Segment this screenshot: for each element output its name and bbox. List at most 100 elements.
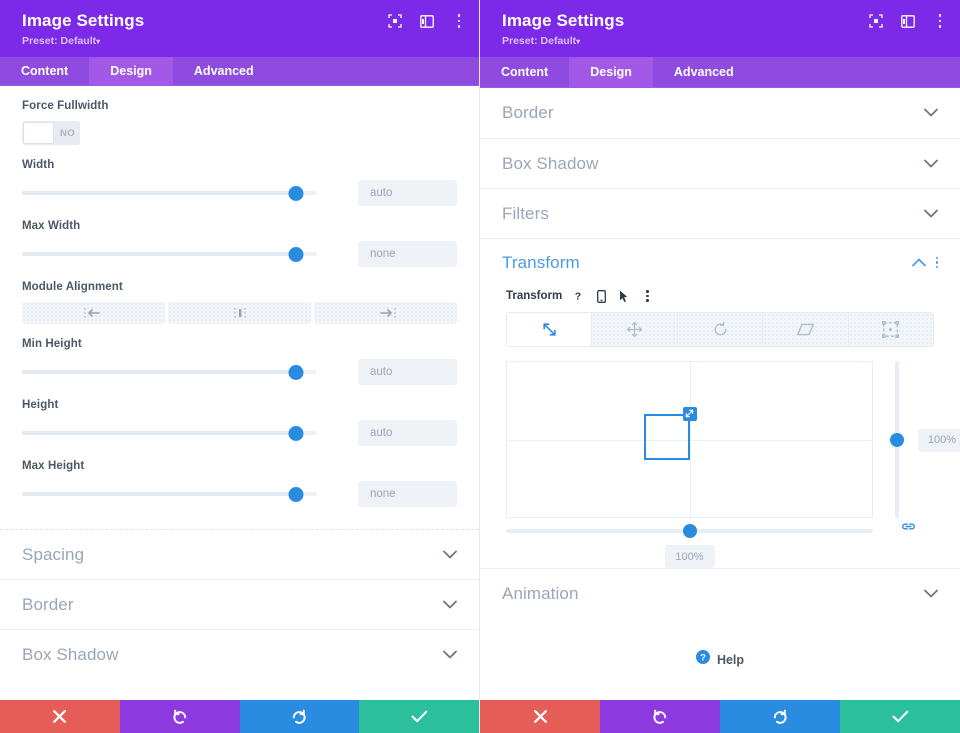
toggle-value: NO xyxy=(60,127,76,139)
preset-selector[interactable]: Preset: Default▾ xyxy=(502,35,944,48)
max-width-input[interactable]: none xyxy=(358,241,457,267)
undo-button[interactable] xyxy=(119,700,240,733)
transform-target-box[interactable] xyxy=(643,406,697,460)
align-left-button[interactable] xyxy=(22,302,165,324)
slider-thumb[interactable] xyxy=(890,432,904,447)
transform-sub-label-row: Transform ? xyxy=(480,286,960,312)
field-min-height: Min Height auto xyxy=(22,338,457,385)
section-title: Spacing xyxy=(22,544,85,564)
cancel-button[interactable] xyxy=(480,700,600,733)
slider-thumb[interactable] xyxy=(288,425,304,441)
section-filters[interactable]: Filters xyxy=(480,188,960,238)
more-options-icon[interactable] xyxy=(932,13,948,29)
svg-text:?: ? xyxy=(575,291,581,302)
help-icon[interactable]: ? xyxy=(571,289,585,303)
transform-vertical-slider[interactable]: 100% xyxy=(890,361,960,518)
section-border[interactable]: Border xyxy=(0,579,479,629)
max-height-input[interactable]: none xyxy=(358,481,457,507)
chevron-down-icon[interactable] xyxy=(443,646,457,664)
focus-target-icon[interactable] xyxy=(868,13,884,29)
field-width: Width auto xyxy=(22,159,457,206)
tab-bar-left: Content Design Advanced xyxy=(0,57,479,86)
slider-thumb[interactable] xyxy=(288,364,304,380)
transform-skew-button[interactable] xyxy=(763,313,849,346)
section-more-options-icon[interactable] xyxy=(935,256,938,269)
slider-fill xyxy=(22,492,297,496)
width-input[interactable]: auto xyxy=(358,180,457,206)
slider-thumb[interactable] xyxy=(682,524,697,538)
slider-thumb[interactable] xyxy=(288,185,304,201)
chevron-down-icon[interactable] xyxy=(924,155,938,173)
section-spacing[interactable]: Spacing xyxy=(0,529,479,579)
transform-scale-button[interactable] xyxy=(507,313,593,346)
expand-arrows-icon xyxy=(685,409,694,418)
save-button[interactable] xyxy=(359,700,479,733)
transform-horizontal-slider[interactable]: 100% xyxy=(506,524,873,568)
section-title: Filters xyxy=(502,203,549,223)
chevron-up-icon[interactable] xyxy=(911,254,926,272)
more-options-icon[interactable] xyxy=(451,13,467,29)
width-slider[interactable] xyxy=(22,185,317,201)
section-animation[interactable]: Animation xyxy=(480,568,960,618)
force-fullwidth-toggle[interactable]: NO xyxy=(22,121,80,145)
chevron-down-icon[interactable] xyxy=(443,546,457,564)
check-icon xyxy=(892,710,908,723)
rotate-icon xyxy=(714,321,727,336)
slider-thumb[interactable] xyxy=(288,486,304,502)
height-input[interactable]: auto xyxy=(358,420,457,446)
section-border[interactable]: Border xyxy=(480,88,960,138)
link-icon[interactable] xyxy=(901,519,916,537)
transform-resize-handle[interactable] xyxy=(682,406,697,421)
horizontal-scale-value[interactable]: 100% xyxy=(664,545,715,568)
layout-toggle-icon[interactable] xyxy=(900,13,916,29)
cancel-button[interactable] xyxy=(0,700,120,733)
transform-canvas[interactable] xyxy=(506,361,873,518)
redo-button[interactable] xyxy=(720,700,840,733)
tab-advanced[interactable]: Advanced xyxy=(173,57,275,85)
chevron-down-icon[interactable] xyxy=(924,104,938,122)
max-width-slider[interactable] xyxy=(22,246,317,262)
layout-toggle-icon[interactable] xyxy=(419,13,435,29)
help-row[interactable]: ? Help xyxy=(480,618,960,669)
section-box-shadow[interactable]: Box Shadow xyxy=(0,629,479,679)
section-box-shadow[interactable]: Box Shadow xyxy=(480,138,960,188)
vertical-scale-value[interactable]: 100% xyxy=(917,428,960,452)
slider-thumb[interactable] xyxy=(288,246,304,262)
save-button[interactable] xyxy=(840,700,960,733)
transform-move-button[interactable] xyxy=(592,313,678,346)
chevron-down-icon[interactable] xyxy=(443,596,457,614)
transform-mode-toolbar xyxy=(506,312,934,347)
chevron-down-icon[interactable] xyxy=(924,585,938,603)
max-height-slider[interactable] xyxy=(22,486,317,502)
section-title: Box Shadow xyxy=(502,153,599,173)
undo-button[interactable] xyxy=(600,700,720,733)
tab-advanced[interactable]: Advanced xyxy=(653,57,755,87)
chevron-down-icon[interactable] xyxy=(924,205,938,223)
field-force-fullwidth: Force Fullwidth NO xyxy=(22,100,457,145)
mobile-icon[interactable] xyxy=(594,289,608,303)
skew-icon xyxy=(797,323,814,336)
align-center-button[interactable] xyxy=(168,302,311,324)
more-options-icon[interactable] xyxy=(640,289,654,303)
cursor-icon[interactable] xyxy=(617,289,631,303)
focus-target-icon[interactable] xyxy=(387,13,403,29)
preset-selector[interactable]: Preset: Default▾ xyxy=(22,35,463,48)
align-right-button[interactable] xyxy=(314,302,457,324)
height-slider[interactable] xyxy=(22,425,317,441)
tab-design[interactable]: Design xyxy=(569,57,653,87)
tab-design[interactable]: Design xyxy=(89,57,173,85)
slider-fill xyxy=(22,191,297,195)
field-label: Height xyxy=(22,399,59,411)
min-height-slider[interactable] xyxy=(22,364,317,380)
slider-fill xyxy=(22,252,297,256)
section-transform[interactable]: Transform xyxy=(480,238,960,286)
transform-origin-button[interactable] xyxy=(848,313,933,346)
footer-actions-right xyxy=(480,700,960,733)
transform-rotate-button[interactable] xyxy=(677,313,764,346)
tab-content[interactable]: Content xyxy=(0,57,89,85)
svg-text:?: ? xyxy=(700,652,706,663)
tab-content[interactable]: Content xyxy=(480,57,569,87)
design-fields: Force Fullwidth NO Width auto Max Width … xyxy=(0,86,479,507)
redo-button[interactable] xyxy=(239,700,360,733)
min-height-input[interactable]: auto xyxy=(358,359,457,385)
